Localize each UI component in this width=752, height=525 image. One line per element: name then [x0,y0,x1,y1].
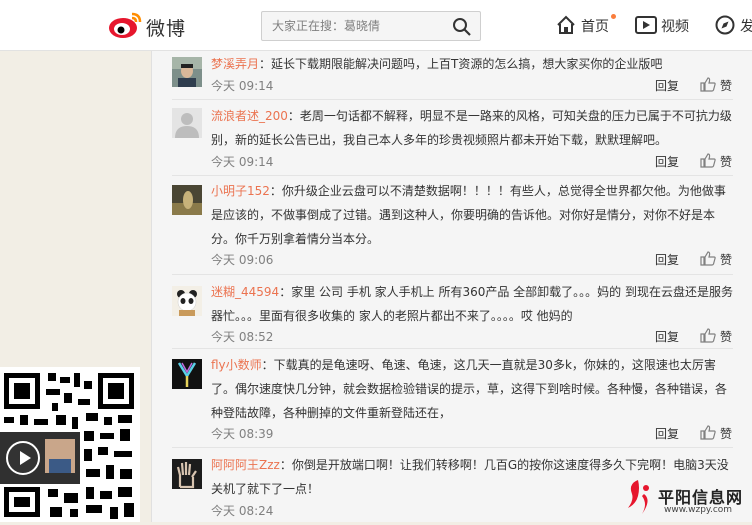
comment-username[interactable]: 阿阿阿王Zzz [211,458,280,472]
search-button[interactable] [452,17,472,37]
like-button[interactable]: 赞 [700,425,740,441]
like-button[interactable]: 赞 [700,328,740,344]
comment-time: 今天 08:52 [211,330,274,344]
watermark-url: www.wzpy.com [664,505,733,515]
thumbs-up-icon [700,77,716,92]
top-navigation-bar: 微博 首页 视频 发 [0,0,752,51]
comment-text: 梦溪弄月：延长下载期限能解决问题吗，上百T资源的怎么搞，想大家买你的企业版吧 [211,52,733,76]
comment-username[interactable]: fly小数师 [211,358,262,372]
comment-item: 流浪者述_200：老周一句话都不解释，明显不是一路来的风格，可知关盘的压力已属于… [152,104,752,176]
video-icon [635,16,657,34]
reply-button[interactable]: 回复 [655,328,679,345]
comment-time: 今天 08:39 [211,427,274,441]
comment-username[interactable]: 迷糊_44594 [211,285,279,299]
nav-home[interactable]: 首页 [556,14,616,36]
comment-username[interactable]: 流浪者述_200 [211,109,288,123]
weibo-logo[interactable]: 微博 [108,10,194,40]
reply-button[interactable]: 回复 [655,77,679,94]
comment-item: 迷糊_44594：家里 公司 手机 家人手机上 所有360产品 全部卸载了。。。… [152,280,752,350]
like-button[interactable]: 赞 [700,251,740,267]
comment-body: ：延长下载期限能解决问题吗，上百T资源的怎么搞，想大家买你的企业版吧 [259,57,663,71]
play-button-icon[interactable] [6,441,40,475]
comment-item: 小明子152：你升级企业云盘可以不清楚数据啊！！！！有些人，总觉得全世界都欠他。… [152,179,752,274]
comment-username[interactable]: 梦溪弄月 [211,57,259,71]
avatar[interactable] [172,359,202,389]
comment-time: 今天 09:06 [211,253,274,267]
avatar[interactable] [172,185,202,215]
comment-body: ：你升级企业云盘可以不清楚数据啊！！！！有些人，总觉得全世界都欠他。为他做事是应… [211,184,726,246]
nav-video-label: 视频 [661,19,689,35]
comment-time: 今天 09:14 [211,79,274,93]
comment-text: fly小数师：下载真的是龟速呀、龟速、龟速，这几天一直就是30多k，你妹的，这限… [211,353,733,425]
comment-item: fly小数师：下载真的是龟速呀、龟速、龟速，这几天一直就是30多k，你妹的，这限… [152,353,752,448]
comment-panel: 热门 梦溪弄月：延长下载期限能解决问题吗，上百T资源的怎么搞，想大家买你的企业版… [151,22,752,522]
thumbs-up-icon [700,328,716,343]
like-label: 赞 [720,330,733,344]
compass-icon [715,15,735,35]
comment-text: 迷糊_44594：家里 公司 手机 家人手机上 所有360产品 全部卸载了。。。… [211,280,733,328]
reply-button[interactable]: 回复 [655,251,679,268]
comment-body: ：下载真的是龟速呀、龟速、龟速，这几天一直就是30多k，你妹的，这限速也太厉害了… [211,358,728,420]
like-label: 赞 [720,427,733,441]
avatar[interactable] [172,57,202,87]
reply-button[interactable]: 回复 [655,425,679,442]
site-watermark: 平阳信息网 www.wzpy.com [622,478,752,522]
nav-discover-label: 发 [740,19,752,35]
avatar[interactable] [172,108,202,138]
thumbs-up-icon [700,153,716,168]
notification-dot [611,14,616,19]
comment-divider [172,99,733,100]
comment-body: ：老周一句话都不解释，明显不是一路来的风格，可知关盘的压力已属于不可抗力级别，新… [211,109,732,147]
avatar[interactable] [172,459,202,489]
watermark-logo-icon [628,480,649,514]
nav-discover[interactable]: 发 [715,14,752,36]
comment-username[interactable]: 小明子152 [211,184,270,198]
comment-time: 今天 09:14 [211,155,274,169]
comment-divider [172,447,733,448]
nav-video[interactable]: 视频 [635,14,695,36]
comment-time: 今天 08:24 [211,504,274,518]
comment-text: 小明子152：你升级企业云盘可以不清楚数据啊！！！！有些人，总觉得全世界都欠他。… [211,179,733,251]
weibo-eye-icon [109,12,142,38]
thumbs-up-icon [700,251,716,266]
search-icon [453,18,471,36]
search-input[interactable] [262,12,442,40]
like-label: 赞 [720,79,733,93]
comment-divider [172,274,733,275]
comment-body: ：家里 公司 手机 家人手机上 所有360产品 全部卸载了。。。妈的 到现在云盘… [211,285,733,323]
search-box [261,11,481,41]
like-label: 赞 [720,253,733,267]
thumbs-up-icon [700,425,716,440]
comment-divider [172,348,733,349]
nav-home-label: 首页 [581,19,609,35]
like-label: 赞 [720,155,733,169]
logo-text: 微博 [146,18,187,40]
avatar[interactable] [172,286,202,316]
reply-button[interactable]: 回复 [655,153,679,170]
like-button[interactable]: 赞 [700,153,740,169]
like-button[interactable]: 赞 [700,77,740,93]
home-icon [557,15,575,34]
comment-text: 流浪者述_200：老周一句话都不解释，明显不是一路来的风格，可知关盘的压力已属于… [211,104,733,152]
video-person-image [45,439,75,473]
comment-divider [172,175,733,176]
